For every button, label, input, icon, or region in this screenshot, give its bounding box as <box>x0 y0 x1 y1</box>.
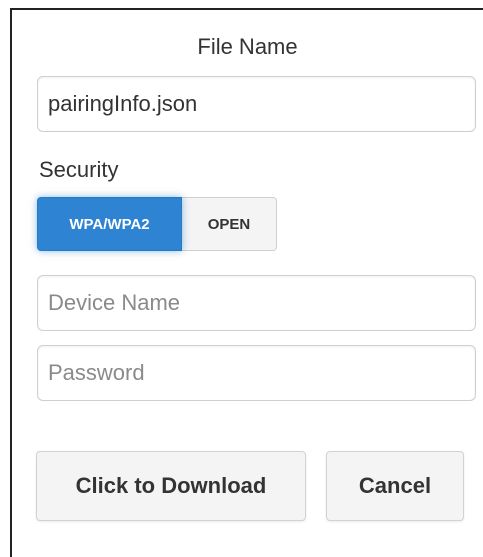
file-name-label: File Name <box>197 34 298 59</box>
security-label: Security <box>39 157 119 182</box>
download-button[interactable]: Click to Download <box>36 451 306 521</box>
file-name-input[interactable] <box>37 76 476 132</box>
pairing-info-dialog: File Name Security WPA/WPA2 OPEN Click t… <box>10 8 483 557</box>
security-option-wpa-wpa2[interactable]: WPA/WPA2 <box>37 197 182 251</box>
security-option-open[interactable]: OPEN <box>182 197 277 251</box>
cancel-button[interactable]: Cancel <box>326 451 464 521</box>
password-input[interactable] <box>37 345 476 401</box>
device-name-input[interactable] <box>37 275 476 331</box>
